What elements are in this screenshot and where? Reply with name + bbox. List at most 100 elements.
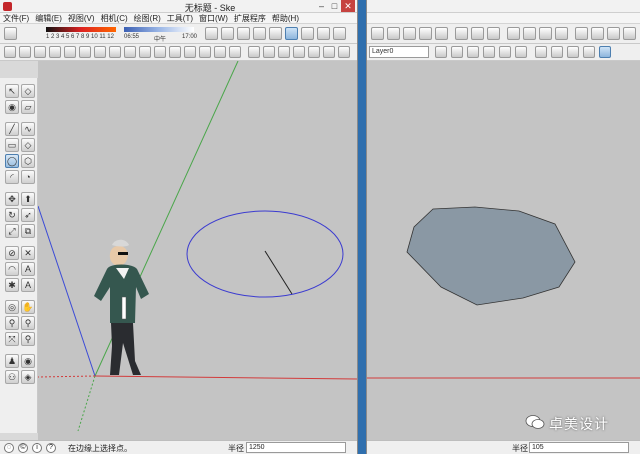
materials-icon[interactable] (403, 27, 416, 40)
look-around-icon[interactable] (124, 46, 136, 58)
right-view-icon[interactable] (253, 27, 266, 40)
rotated-rectangle-icon[interactable]: ◇ (21, 138, 35, 152)
xray-icon[interactable] (301, 27, 314, 40)
solid-subtract-icon[interactable] (523, 27, 536, 40)
menu-help[interactable]: 帮助(H) (269, 13, 302, 24)
menu-extensions[interactable]: 扩展程序 (231, 13, 269, 24)
drawing-area[interactable] (38, 61, 357, 440)
fog-icon[interactable] (483, 46, 495, 58)
zoom-window-icon[interactable] (49, 46, 61, 58)
solid-union-icon[interactable] (507, 27, 520, 40)
edge-style-icon[interactable] (499, 46, 511, 58)
styles-icon[interactable] (419, 27, 432, 40)
wireframe-icon[interactable] (317, 27, 330, 40)
vcb-radius-input[interactable]: 1250 (246, 442, 346, 453)
front-view-icon[interactable] (237, 27, 250, 40)
depth-cue-icon[interactable] (551, 46, 563, 58)
dimension-icon[interactable]: ✕ (21, 246, 35, 260)
sandbox-stamp-icon[interactable] (623, 27, 636, 40)
shadow-settings-icon[interactable] (4, 27, 17, 40)
add-layer-icon[interactable] (451, 46, 463, 58)
layer-select[interactable]: Layer0 (369, 46, 429, 58)
menu-window[interactable]: 窗口(W) (196, 13, 231, 24)
pan-tool-icon[interactable]: ✋ (21, 300, 35, 314)
vcb-radius-input-right[interactable]: 105 (529, 442, 629, 453)
line-icon[interactable]: ╱ (5, 122, 19, 136)
warehouse-right-icon[interactable] (455, 27, 468, 40)
scale-figure-icon[interactable] (371, 27, 384, 40)
sandbox-smoove-icon[interactable] (607, 27, 620, 40)
maximize-icon[interactable]: □ (329, 0, 340, 12)
sandbox-icon[interactable] (263, 46, 275, 58)
outline-toggle-icon[interactable] (599, 46, 611, 58)
warehouse-icon[interactable] (278, 46, 290, 58)
camera-right-icon[interactable] (435, 27, 448, 40)
house-icon[interactable] (471, 27, 484, 40)
shaded-texture-icon[interactable] (199, 46, 211, 58)
polygon-face[interactable] (406, 206, 576, 306)
scale-icon[interactable]: ⤢ (5, 224, 19, 238)
offset-icon[interactable]: ⧉ (21, 224, 35, 238)
photo-match-icon[interactable] (248, 46, 260, 58)
push-pull-icon[interactable]: ⬆ (21, 192, 35, 206)
zoom-extents-tool-icon[interactable]: ⤧ (5, 332, 19, 346)
minimize-icon[interactable]: – (316, 0, 327, 12)
share-model-icon[interactable] (308, 46, 320, 58)
pie-icon[interactable]: ◔ (21, 170, 35, 184)
layout-icon[interactable] (338, 46, 350, 58)
section-plane-icon[interactable] (139, 46, 151, 58)
rectangle-icon[interactable]: ▭ (5, 138, 19, 152)
select-icon[interactable]: ↖ (5, 84, 19, 98)
follow-me-icon[interactable]: ➶ (21, 208, 35, 222)
model-info-icon[interactable] (487, 27, 500, 40)
info-icon[interactable]: i (32, 443, 42, 453)
section-plane-tool-icon[interactable]: ◈ (21, 370, 35, 384)
position-camera-icon[interactable] (94, 46, 106, 58)
zoom-window-tool-icon[interactable]: ⚲ (21, 316, 35, 330)
tape-measure-icon[interactable]: ⊘ (5, 246, 19, 260)
zoom-icon[interactable] (34, 46, 46, 58)
axes-toggle-icon[interactable] (583, 46, 595, 58)
menu-edit[interactable]: 编辑(E) (32, 13, 65, 24)
shaded-icon[interactable] (184, 46, 196, 58)
section-cuts-icon[interactable] (169, 46, 181, 58)
protractor-icon[interactable]: ◠ (5, 262, 19, 276)
component-right-icon[interactable] (387, 27, 400, 40)
menu-tools[interactable]: 工具(T) (164, 13, 196, 24)
rotate-icon[interactable]: ↻ (5, 208, 19, 222)
eraser-icon[interactable]: ▱ (21, 100, 35, 114)
3d-text-icon[interactable]: A (21, 278, 35, 292)
sketchy-edges-icon[interactable] (515, 46, 527, 58)
sandbox-contours-icon[interactable] (575, 27, 588, 40)
pan-icon[interactable] (19, 46, 31, 58)
monochrome-icon[interactable] (214, 46, 226, 58)
menu-draw[interactable]: 绘图(R) (131, 13, 164, 24)
menu-view[interactable]: 视图(V) (65, 13, 98, 24)
previous-tool-icon[interactable]: ⚲ (21, 332, 35, 346)
polygon-icon[interactable]: ⬡ (21, 154, 35, 168)
help-icon[interactable]: ? (46, 443, 56, 453)
shadow-time-slider[interactable]: 1 2 3 4 5 6 7 8 9 10 11 12 06:55 中午 17:0… (24, 26, 197, 43)
extension-warehouse-icon[interactable] (293, 46, 305, 58)
freehand-icon[interactable]: ∿ (21, 122, 35, 136)
orbit-icon[interactable] (4, 46, 16, 58)
back-view-icon[interactable] (269, 27, 282, 40)
text-icon[interactable]: A (21, 262, 35, 276)
geo-location-icon[interactable]: ◌ (4, 443, 14, 453)
preview-icon[interactable] (323, 46, 335, 58)
walk-tool-icon[interactable]: ⚇ (5, 370, 19, 384)
display-section-icon[interactable] (154, 46, 166, 58)
move-icon[interactable]: ✥ (5, 192, 19, 206)
paint-bucket-icon[interactable]: ◉ (5, 100, 19, 114)
circle-outline[interactable] (186, 210, 344, 298)
sandbox-scratch-icon[interactable] (591, 27, 604, 40)
hidden-line-icon[interactable] (333, 27, 346, 40)
extension-lines-icon[interactable] (567, 46, 579, 58)
component-icon[interactable] (229, 46, 241, 58)
position-camera-tool-icon[interactable]: ♟ (5, 354, 19, 368)
credits-icon[interactable]: © (18, 443, 28, 453)
previous-view-icon[interactable] (79, 46, 91, 58)
top-view-icon[interactable] (221, 27, 234, 40)
layer-manager-icon[interactable] (435, 46, 447, 58)
layer-color-icon[interactable] (467, 46, 479, 58)
